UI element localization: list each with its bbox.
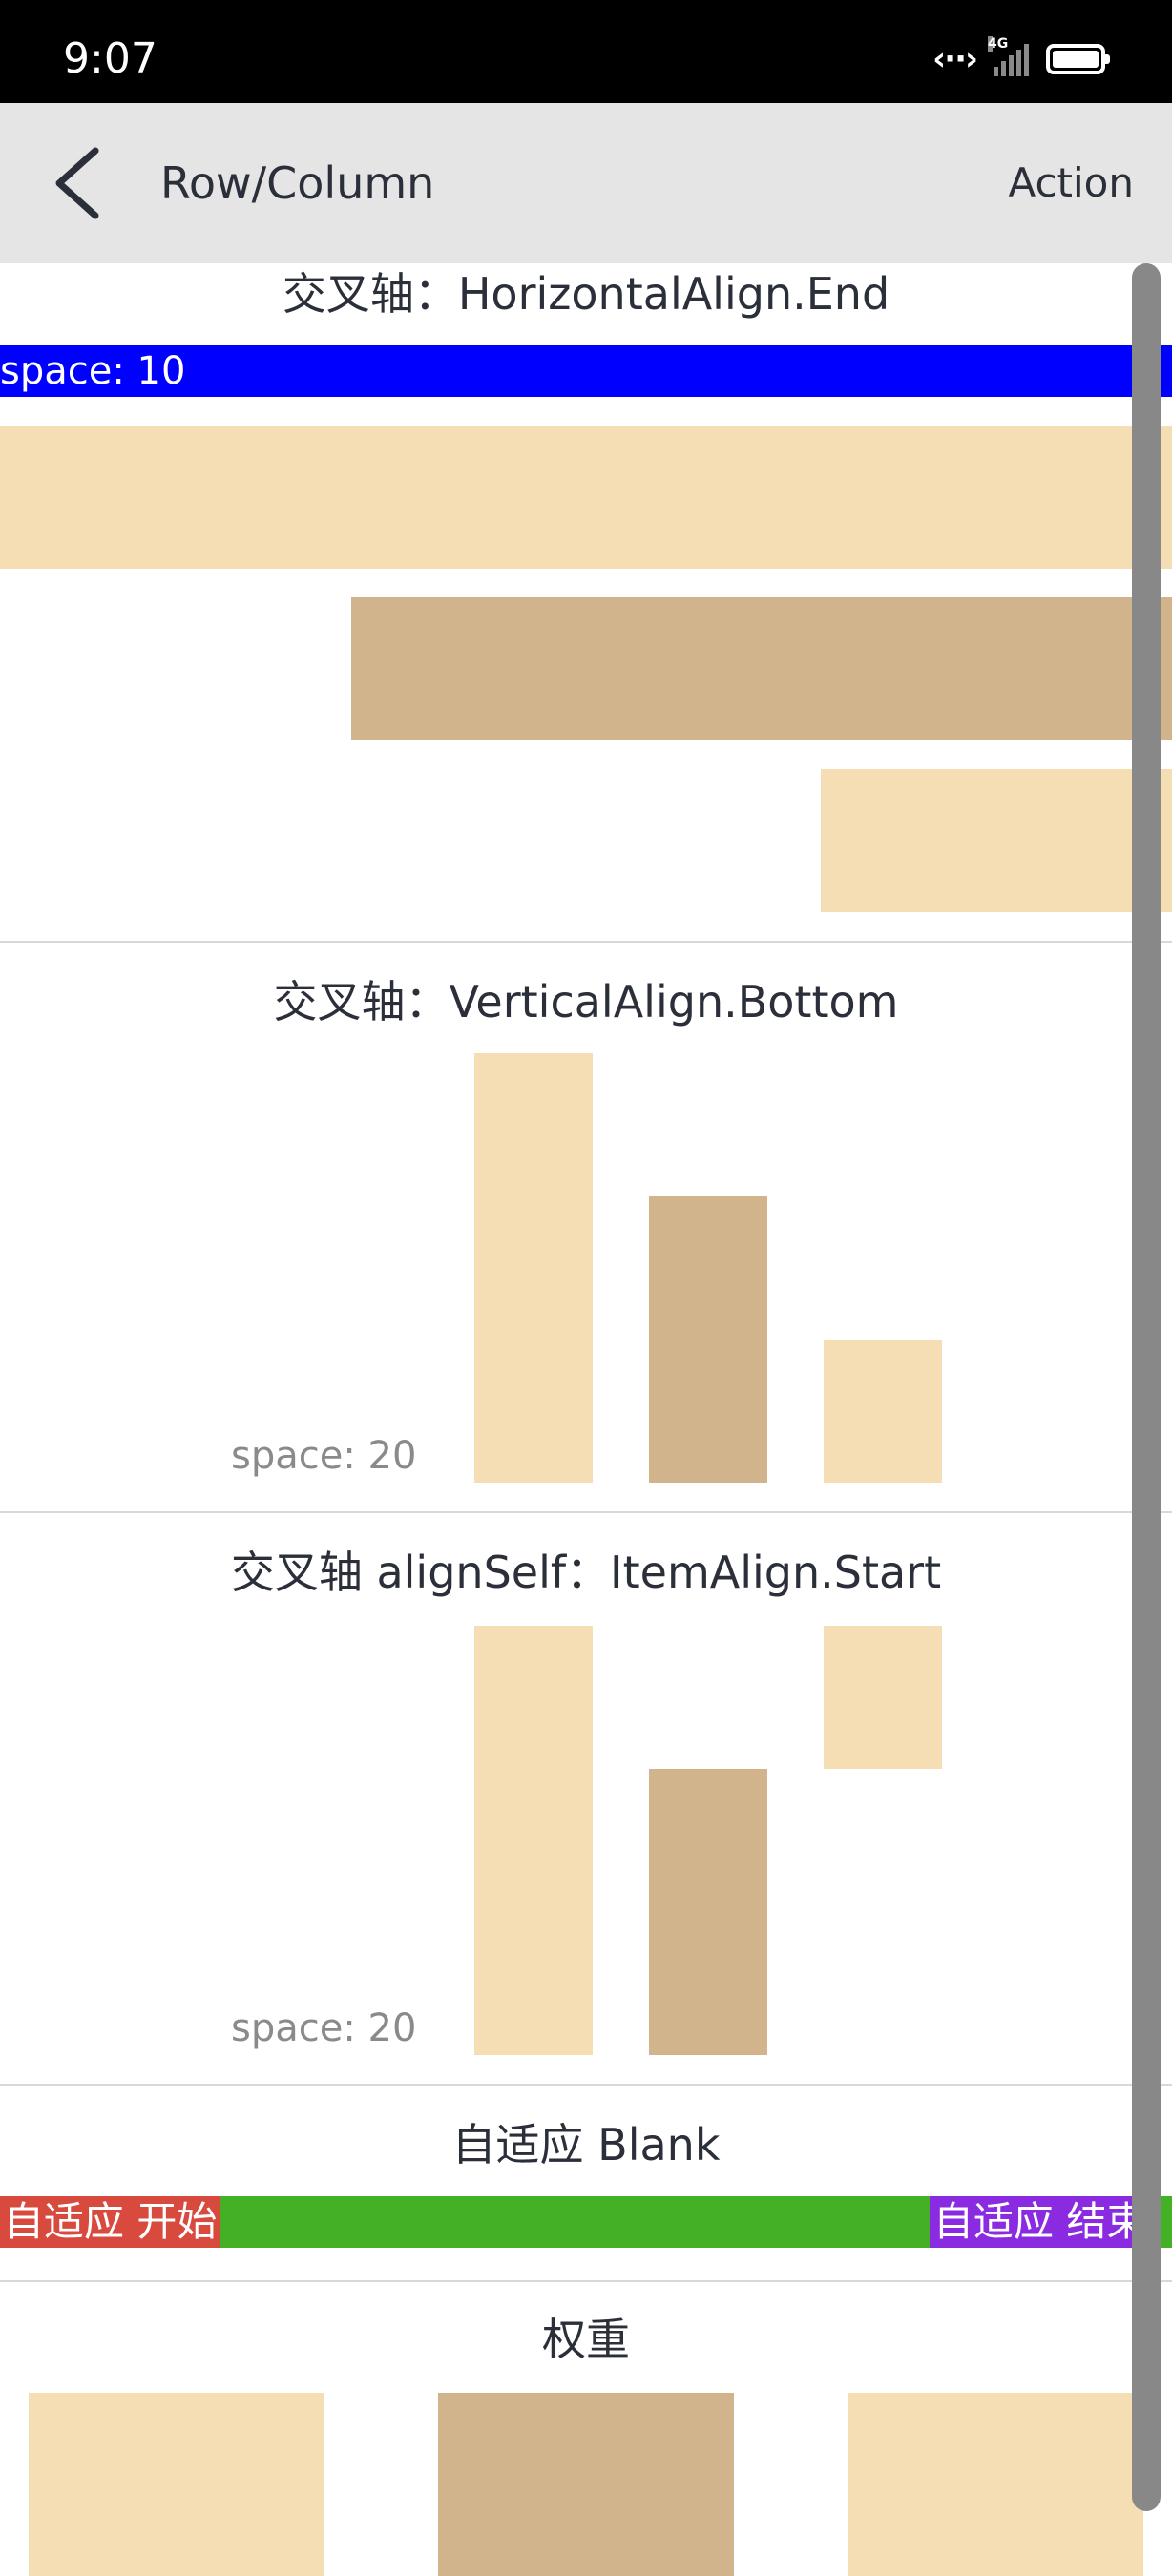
status-bar: 9:07 ‹··› 4G <box>0 0 1172 103</box>
row-item-2 <box>649 1769 767 2055</box>
section-title-align-self: 交叉轴 alignSelf：ItemAlign.Start <box>230 1547 942 1598</box>
row-item-1 <box>474 1053 593 1483</box>
column-item-2 <box>351 597 1172 740</box>
battery-icon <box>1046 44 1110 74</box>
weight-item-3 <box>848 2393 1143 2576</box>
section-title-weight: 权重 <box>542 2314 630 2365</box>
network-type-label: 4G <box>988 36 1009 52</box>
section-divider <box>0 2084 1172 2086</box>
weight-item-2 <box>438 2393 734 2576</box>
row-item-3 <box>824 1340 942 1483</box>
row-item-2 <box>649 1196 767 1483</box>
space-label: space: 20 <box>231 2006 417 2050</box>
back-button[interactable] <box>38 139 126 227</box>
space-label: space: 10 <box>0 349 186 393</box>
space-bar: space: 10 <box>0 345 1172 397</box>
title-bar: Row/Column Action <box>0 103 1172 263</box>
row-item-3-align-start <box>824 1626 942 1769</box>
section-title-horizontal-align: 交叉轴：HorizontalAlign.End <box>282 268 890 320</box>
column-item-1 <box>0 426 1172 569</box>
space-label: space: 20 <box>231 1434 417 1478</box>
section-divider <box>0 941 1172 943</box>
section-divider <box>0 2280 1172 2282</box>
action-button[interactable]: Action <box>1008 153 1134 214</box>
status-icons: ‹··› 4G <box>932 32 1110 86</box>
row-item-1 <box>474 1626 593 2055</box>
blank-start-label: 自适应 开始 <box>0 2196 221 2248</box>
section-divider <box>0 1511 1172 1513</box>
section-title-blank: 自适应 Blank <box>451 2119 721 2171</box>
weight-item-1 <box>29 2393 324 2576</box>
column-item-3 <box>821 769 1172 912</box>
chevron-left-icon <box>55 147 99 219</box>
status-time: 9:07 <box>63 34 157 83</box>
section-title-vertical-align: 交叉轴：VerticalAlign.Bottom <box>273 976 899 1028</box>
scrollbar[interactable] <box>1132 263 1161 2511</box>
blank-row: 自适应 开始 自适应 结束 <box>0 2196 1172 2248</box>
signal-icon: 4G <box>988 36 1029 76</box>
data-transfer-icon: ‹··› <box>932 40 978 78</box>
blank-end-label: 自适应 结束 <box>930 2196 1151 2248</box>
page-title: Row/Column <box>160 157 435 209</box>
content-area[interactable]: 交叉轴：HorizontalAlign.End space: 10 交叉轴：Ve… <box>0 263 1172 2576</box>
